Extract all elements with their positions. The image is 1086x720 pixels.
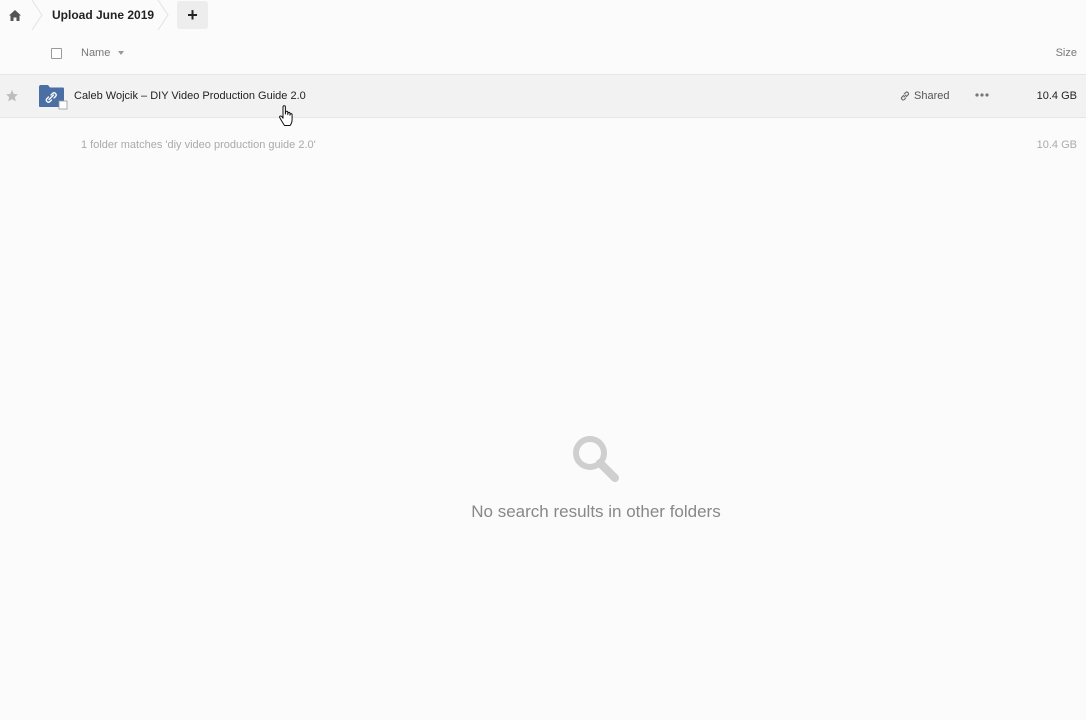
file-name-link[interactable]: Caleb Wojcik – DIY Video Production Guid… (74, 89, 306, 103)
search-summary: 1 folder matches 'diy video production g… (81, 139, 316, 151)
summary-size: 10.4 GB (1036, 139, 1077, 151)
search-icon (573, 436, 619, 482)
breadcrumb-current-folder[interactable]: Upload June 2019 (52, 7, 154, 23)
table-row[interactable]: Caleb Wojcik – DIY Video Production Guid… (0, 75, 1086, 118)
column-header-size[interactable]: Size (1056, 46, 1077, 60)
file-list-header: Name Size (0, 36, 1086, 75)
file-size: 10.4 GB (1036, 90, 1077, 102)
select-all-checkbox[interactable] (51, 48, 62, 59)
files-app: Upload June 2019 + Name Size Caleb Wojci… (0, 0, 1086, 720)
empty-state-message: No search results in other folders (471, 502, 721, 521)
home-icon (9, 9, 21, 21)
sort-caret-down-icon[interactable] (118, 51, 124, 55)
link-icon (900, 91, 910, 101)
hand-cursor-icon (279, 105, 293, 126)
share-label: Shared (914, 90, 950, 102)
more-options-icon[interactable] (974, 90, 990, 100)
home-crumb[interactable] (0, 0, 30, 30)
breadcrumb-separator-icon (31, 0, 43, 30)
breadcrumb-separator-icon (157, 0, 169, 30)
shared-folder-icon[interactable] (38, 84, 68, 110)
column-header-name[interactable]: Name (81, 46, 110, 60)
add-new-button[interactable]: + (177, 1, 208, 29)
share-button[interactable]: Shared (899, 89, 949, 103)
star-icon[interactable] (5, 89, 19, 103)
breadcrumb: Upload June 2019 + (0, 0, 1086, 30)
